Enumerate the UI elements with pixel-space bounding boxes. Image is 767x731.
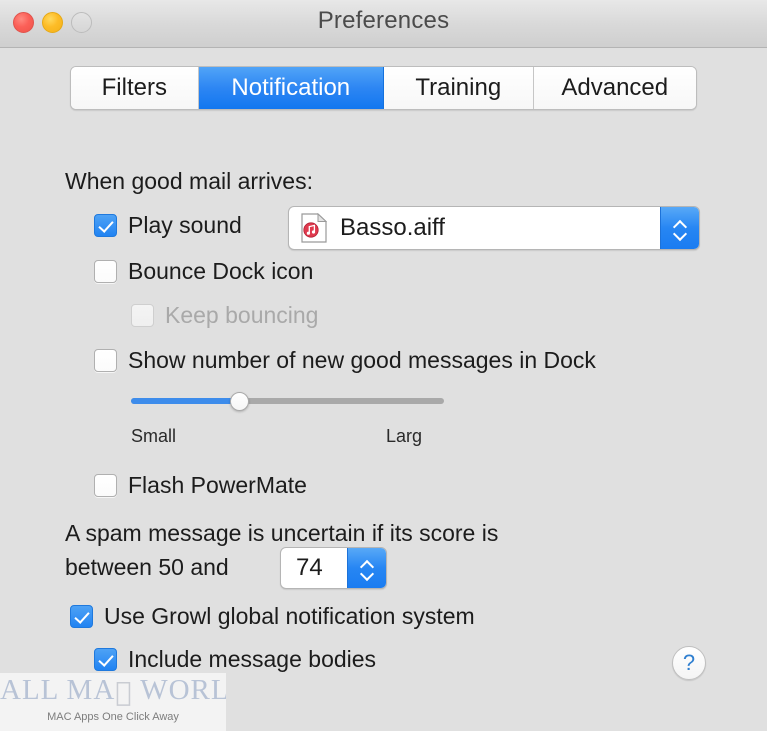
flash-powermate-checkbox[interactable] <box>94 474 117 497</box>
window-title: Preferences <box>317 7 450 34</box>
play-sound-label: Play sound <box>128 212 242 238</box>
tab-training[interactable]: Training <box>384 67 534 109</box>
uncertain-sentence-line1: A spam message is uncertain if its score… <box>65 520 499 546</box>
row-keep-bouncing: Keep bouncing <box>131 302 318 329</box>
tab-notification[interactable]: Notification <box>198 67 384 109</box>
row-bounce-dock: Bounce Dock icon <box>94 258 313 285</box>
watermark-text-before: ALL MA <box>0 674 116 706</box>
row-show-number: Show number of new good messages in Dock <box>94 347 596 374</box>
tab-filters[interactable]: Filters <box>71 67 199 109</box>
row-use-growl: Use Growl global notification system <box>70 603 475 630</box>
watermark-text-after: WORLD <box>123 674 226 706</box>
include-bodies-checkbox[interactable] <box>94 648 117 671</box>
uncertain-score-value[interactable]: 74 <box>281 548 347 588</box>
chevron-down-icon <box>361 570 374 577</box>
bounce-dock-label: Bounce Dock icon <box>128 258 314 284</box>
sound-value: Basso.aiff <box>340 214 445 241</box>
sound-popup-arrows[interactable] <box>660 207 699 249</box>
keep-bouncing-checkbox <box>131 304 154 327</box>
tab-advanced[interactable]: Advanced <box>533 67 696 109</box>
row-include-bodies: Include message bodies <box>94 646 376 673</box>
dock-badge-size-slider[interactable] <box>131 392 444 411</box>
sound-popup-button[interactable]: Basso.aiff <box>288 206 700 250</box>
watermark-title: ALL MA WORLD <box>0 674 226 708</box>
window-titlebar: Preferences <box>0 0 767 48</box>
help-button[interactable]: ? <box>672 646 706 680</box>
slider-fill <box>131 398 239 404</box>
play-sound-checkbox[interactable] <box>94 214 117 237</box>
audio-file-icon <box>301 212 328 243</box>
row-flash-powermate: Flash PowerMate <box>94 472 307 499</box>
apple-logo-icon:  <box>115 677 132 708</box>
watermark-overlay: ALL MA WORLD MAC Apps One Click Away <box>0 673 226 731</box>
slider-label-large: Larg <box>386 426 423 446</box>
use-growl-checkbox[interactable] <box>70 605 93 628</box>
row-play-sound: Play sound <box>94 212 242 239</box>
chevron-down-icon <box>674 230 687 237</box>
bounce-dock-checkbox[interactable] <box>94 260 117 283</box>
keep-bouncing-label: Keep bouncing <box>165 302 319 328</box>
flash-powermate-label: Flash PowerMate <box>128 472 307 498</box>
chevron-up-icon <box>361 560 374 567</box>
show-number-label: Show number of new good messages in Dock <box>128 347 596 373</box>
uncertain-sentence-line2: between 50 and <box>65 554 229 580</box>
notification-pane: When good mail arrives: Play sound Basso… <box>0 110 767 731</box>
tab-bar: Filters Notification Training Advanced <box>70 66 697 110</box>
section-heading-good-mail: When good mail arrives: <box>65 168 313 194</box>
preferences-window: Preferences Filters Notification Trainin… <box>0 0 767 731</box>
show-number-checkbox[interactable] <box>94 349 117 372</box>
chevron-up-icon <box>674 220 687 227</box>
uncertain-score-stepper[interactable]: 74 <box>280 547 387 589</box>
watermark-tagline: MAC Apps One Click Away <box>47 711 179 723</box>
score-stepper-arrows[interactable] <box>347 548 386 588</box>
slider-knob[interactable] <box>230 392 249 411</box>
slider-label-small: Small <box>131 426 177 446</box>
include-bodies-label: Include message bodies <box>128 646 377 672</box>
use-growl-label: Use Growl global notification system <box>104 603 475 629</box>
